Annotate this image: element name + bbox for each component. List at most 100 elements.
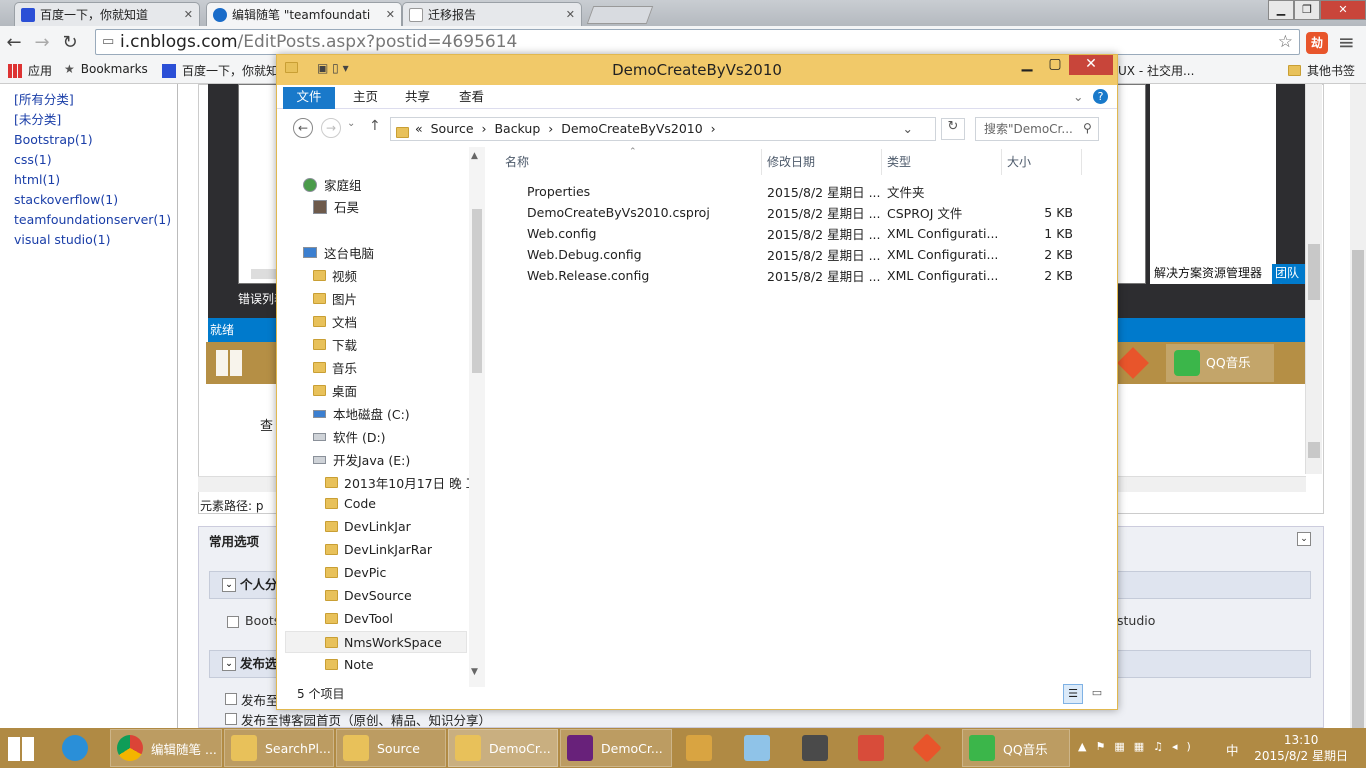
- nav-folder[interactable]: Code: [325, 496, 376, 511]
- minimize-button[interactable]: ▁: [1013, 55, 1041, 75]
- column-modified[interactable]: 修改日期: [767, 153, 815, 170]
- tab-file[interactable]: 文件: [283, 87, 335, 109]
- reload-button[interactable]: ↻: [56, 32, 84, 53]
- tab-baidu[interactable]: 百度一下，你就知道 ✕: [14, 2, 200, 26]
- category-link[interactable]: html(1): [14, 170, 177, 190]
- nav-folder[interactable]: DevTool: [325, 611, 393, 626]
- scroll-up-icon[interactable]: ▲: [471, 151, 478, 161]
- tab-view[interactable]: 查看: [459, 87, 484, 109]
- scroll-down-icon[interactable]: ▼: [471, 667, 478, 677]
- category-link[interactable]: visual studio(1): [14, 230, 177, 250]
- page-vertical-scrollbar[interactable]: [1350, 84, 1366, 730]
- editor-vertical-scrollbar[interactable]: [1305, 84, 1322, 474]
- taskbar-explorer-democreate[interactable]: DemoCr...: [448, 729, 558, 767]
- nav-downloads[interactable]: 下载: [313, 335, 357, 354]
- close-window-button[interactable]: ✕: [1069, 55, 1113, 75]
- menu-icon[interactable]: ≡: [1338, 30, 1355, 54]
- checkbox[interactable]: [225, 713, 237, 725]
- nav-videos[interactable]: 视频: [313, 266, 357, 285]
- bookmark-apps[interactable]: 应用: [8, 62, 52, 79]
- scrollbar-thumb[interactable]: [1352, 250, 1364, 730]
- nav-thispc[interactable]: 这台电脑: [303, 243, 374, 262]
- category-link[interactable]: [所有分类]: [14, 90, 177, 110]
- collapse-icon[interactable]: ⌄: [1297, 532, 1311, 546]
- start-button[interactable]: [2, 729, 54, 767]
- bookmark-baidu[interactable]: 百度一下，你就知: [162, 62, 278, 79]
- ime-indicator[interactable]: 中: [1226, 740, 1239, 759]
- search-input[interactable]: 搜索"DemoCr...: [975, 117, 1099, 141]
- help-icon[interactable]: ?: [1093, 89, 1108, 104]
- bookmark-ux[interactable]: UX - 社交用...: [1118, 62, 1194, 79]
- tab-migration-report[interactable]: 迁移报告 ✕: [402, 2, 582, 26]
- category-link[interactable]: css(1): [14, 150, 177, 170]
- extension-icon[interactable]: 劫: [1306, 32, 1328, 54]
- refresh-button[interactable]: ↻: [941, 118, 965, 140]
- bookmark-star-icon[interactable]: ☆: [1278, 30, 1293, 54]
- nav-folder[interactable]: DevPic: [325, 565, 386, 580]
- back-button[interactable]: ←: [293, 118, 313, 138]
- nav-folder[interactable]: 2013年10月17日 晚 工: [325, 473, 478, 492]
- up-button[interactable]: ↑: [369, 118, 381, 134]
- nav-folder[interactable]: DevLinkJar: [325, 519, 411, 534]
- file-row[interactable]: Properties 2015/8/2 星期日 ... 文件夹: [501, 181, 1101, 201]
- nav-homegroup[interactable]: 家庭组: [303, 175, 362, 194]
- nav-folder-selected[interactable]: NmsWorkSpace: [285, 631, 467, 653]
- nav-desktop[interactable]: 桌面: [313, 381, 357, 400]
- nav-documents[interactable]: 文档: [313, 312, 357, 331]
- nav-folder[interactable]: Note: [325, 657, 374, 672]
- large-icons-view-icon[interactable]: ▭: [1087, 684, 1107, 704]
- minimize-button[interactable]: ▁: [1268, 0, 1294, 20]
- breadcrumb-item[interactable]: Backup: [494, 121, 540, 136]
- details-view-icon[interactable]: ☰: [1063, 684, 1083, 704]
- tab-home[interactable]: 主页: [353, 87, 378, 109]
- close-icon[interactable]: ✕: [560, 8, 575, 21]
- nav-folder[interactable]: DevSource: [325, 588, 412, 603]
- taskbar-git[interactable]: [908, 729, 956, 767]
- taskbar-visual-studio[interactable]: DemoCr...: [560, 729, 672, 767]
- maximize-button[interactable]: ▢: [1041, 55, 1069, 75]
- file-row[interactable]: Web.Debug.config 2015/8/2 星期日 ... XML Co…: [501, 244, 1101, 264]
- taskbar-book-app[interactable]: [738, 729, 786, 767]
- nav-scrollbar[interactable]: ▲ ▼: [469, 147, 485, 687]
- checkbox[interactable]: [227, 616, 239, 628]
- breadcrumb-item[interactable]: Source: [431, 121, 474, 136]
- column-name[interactable]: 名称: [505, 153, 529, 170]
- ribbon-expand-icon[interactable]: ⌄: [1073, 87, 1083, 109]
- breadcrumb-item[interactable]: DemoCreateByVs2010: [561, 121, 703, 136]
- scrollbar-thumb[interactable]: [1308, 244, 1320, 300]
- nav-drive-e[interactable]: 开发Java (E:): [313, 450, 410, 469]
- close-window-button[interactable]: ✕: [1320, 0, 1366, 20]
- recent-dropdown-icon[interactable]: ⌄: [347, 118, 355, 129]
- taskbar-notes-app[interactable]: [852, 729, 900, 767]
- nav-user[interactable]: 石昊: [313, 197, 359, 216]
- forward-button[interactable]: →: [28, 32, 56, 53]
- restore-button[interactable]: ❐: [1294, 0, 1320, 20]
- column-type[interactable]: 类型: [887, 153, 911, 170]
- taskbar-explorer-searchpl[interactable]: SearchPl...: [224, 729, 334, 767]
- bookmark-other[interactable]: 其他书签: [1288, 62, 1355, 79]
- file-row[interactable]: Web.Release.config 2015/8/2 星期日 ... XML …: [501, 265, 1101, 285]
- tab-share[interactable]: 共享: [405, 87, 430, 109]
- nav-music[interactable]: 音乐: [313, 358, 357, 377]
- category-link[interactable]: teamfoundationserver(1): [14, 210, 177, 230]
- new-tab-button[interactable]: [586, 6, 654, 24]
- taskbar-explorer-source[interactable]: Source: [336, 729, 446, 767]
- address-bar[interactable]: ▭ i.cnblogs.com/EditPosts.aspx?postid=46…: [95, 29, 1300, 55]
- forward-button[interactable]: →: [321, 118, 341, 138]
- column-size[interactable]: 大小: [1007, 153, 1031, 170]
- back-button[interactable]: ←: [0, 32, 28, 53]
- category-link[interactable]: [未分类]: [14, 110, 177, 130]
- checkbox[interactable]: [225, 693, 237, 705]
- tab-edit-post[interactable]: 编辑随笔 "teamfoundati ✕: [206, 2, 402, 26]
- nav-drive-d[interactable]: 软件 (D:): [313, 427, 386, 446]
- file-row[interactable]: DemoCreateByVs2010.csproj 2015/8/2 星期日 .…: [501, 202, 1101, 222]
- breadcrumb-item[interactable]: «: [415, 121, 423, 136]
- ie-button[interactable]: [56, 729, 106, 767]
- taskbar-chrome[interactable]: 编辑随笔 ...: [110, 729, 222, 767]
- clock[interactable]: 13:10 2015/8/2 星期日: [1254, 732, 1348, 764]
- taskbar-sublime[interactable]: [796, 729, 844, 767]
- category-link[interactable]: Bootstrap(1): [14, 130, 177, 150]
- scrollbar-thumb[interactable]: [1308, 442, 1320, 458]
- address-dropdown-icon[interactable]: ⌄: [903, 118, 913, 140]
- file-row[interactable]: Web.config 2015/8/2 星期日 ... XML Configur…: [501, 223, 1101, 243]
